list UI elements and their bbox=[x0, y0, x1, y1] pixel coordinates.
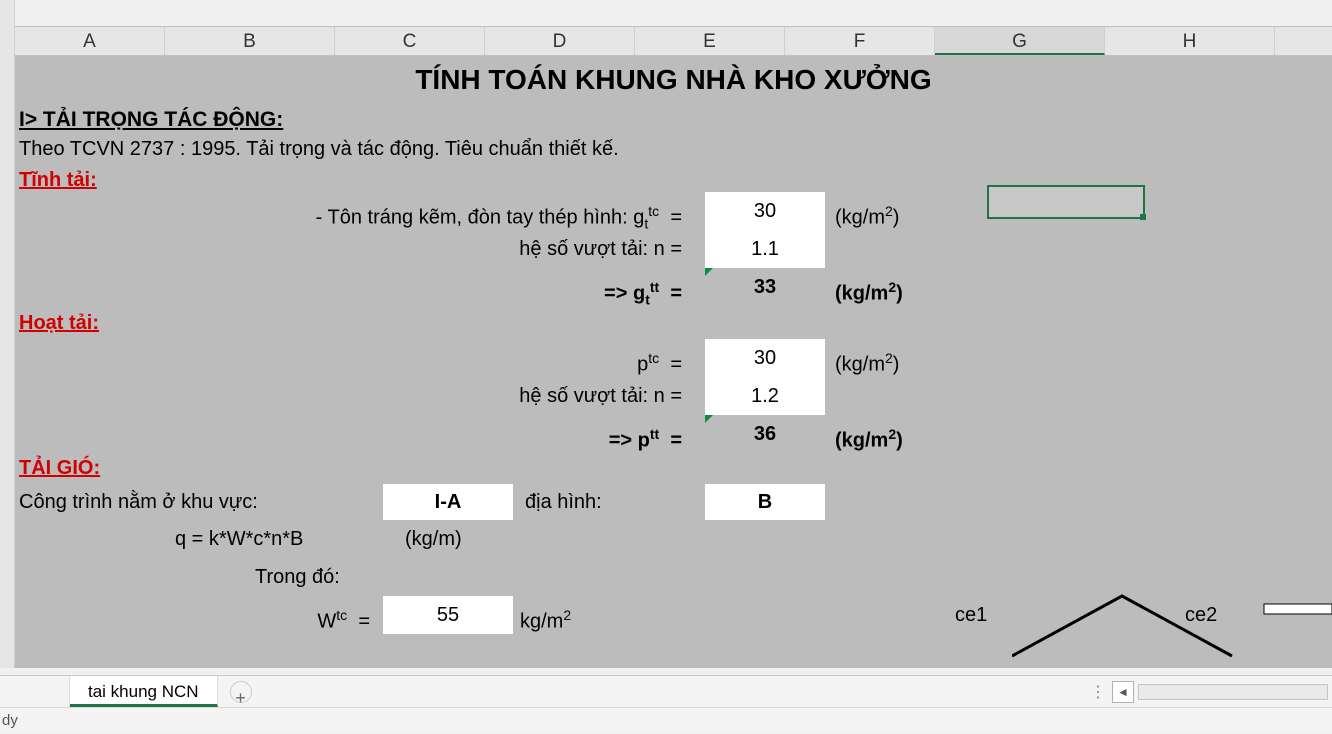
sheet-tab-bar: tai khung NCN + ⋮ ◄ bbox=[0, 675, 1332, 707]
p-tt-value[interactable]: 36 bbox=[705, 415, 825, 453]
roof-sketch bbox=[1012, 586, 1332, 666]
w-tc-unit: kg/m2 bbox=[520, 596, 571, 641]
gt-tt-label: => gttt = bbox=[162, 268, 682, 319]
worksheet-area[interactable]: TÍNH TOÁN KHUNG NHÀ KHO XƯỞNG I> TẢI TRỌ… bbox=[15, 56, 1332, 668]
q-formula: q = k*W*c*n*B bbox=[175, 520, 303, 558]
status-bar: dy bbox=[0, 707, 1332, 733]
n-hoat-label: hệ số vượt tải: n = bbox=[162, 377, 682, 415]
page-title: TÍNH TOÁN KHUNG NHÀ KHO XƯỞNG bbox=[15, 56, 1332, 96]
p-tc-value[interactable]: 30 bbox=[705, 339, 825, 377]
horizontal-scrollbar[interactable] bbox=[1138, 684, 1328, 700]
terrain-value[interactable]: B bbox=[705, 484, 825, 520]
col-header-G[interactable]: G bbox=[935, 27, 1105, 55]
col-header-A[interactable]: A bbox=[15, 27, 165, 55]
col-header-C[interactable]: C bbox=[335, 27, 485, 55]
in-which-label: Trong đó: bbox=[255, 558, 340, 596]
gt-tt-unit: (kg/m2) bbox=[835, 268, 955, 313]
gt-tt-value[interactable]: 33 bbox=[705, 268, 825, 306]
col-header-F[interactable]: F bbox=[785, 27, 935, 55]
w-tc-value[interactable]: 55 bbox=[383, 596, 513, 634]
tab-nav-spacer[interactable] bbox=[0, 676, 70, 707]
n-tinh-value[interactable]: 1.1 bbox=[705, 230, 825, 268]
wind-zone-value[interactable]: I-A bbox=[383, 484, 513, 520]
terrain-label: địa hình: bbox=[525, 484, 602, 520]
tai-gio-heading: TẢI GIÓ: bbox=[15, 457, 1332, 480]
tab-overflow-icon[interactable]: ⋮ bbox=[1088, 682, 1108, 702]
sheet-tab-active[interactable]: tai khung NCN bbox=[70, 676, 218, 707]
q-formula-unit: (kg/m) bbox=[405, 520, 462, 558]
gt-tc-value[interactable]: 30 bbox=[705, 192, 825, 230]
w-tc-label: Wtc = bbox=[290, 596, 370, 641]
col-header-D[interactable]: D bbox=[485, 27, 635, 55]
standard-note: Theo TCVN 2737 : 1995. Tải trọng và tác … bbox=[15, 138, 1332, 161]
n-hoat-value[interactable]: 1.2 bbox=[705, 377, 825, 415]
scroll-left-button[interactable]: ◄ bbox=[1112, 681, 1134, 703]
col-header-H[interactable]: H bbox=[1105, 27, 1275, 55]
add-sheet-button[interactable]: + bbox=[230, 681, 252, 703]
col-header-B[interactable]: B bbox=[165, 27, 335, 55]
row-header-gutter[interactable] bbox=[0, 0, 15, 668]
p-tt-unit: (kg/m2) bbox=[835, 415, 955, 460]
col-header-E[interactable]: E bbox=[635, 27, 785, 55]
ce1-label: ce1 bbox=[955, 596, 987, 634]
column-headers: A B C D E F G H bbox=[15, 26, 1332, 56]
status-text: dy bbox=[2, 712, 18, 729]
wind-zone-label: Công trình nằm ở khu vực: bbox=[19, 484, 258, 520]
p-tt-label: => ptt = bbox=[162, 415, 682, 460]
n-tinh-label: hệ số vượt tải: n = bbox=[162, 230, 682, 268]
section-loads-heading: I> TẢI TRỌNG TÁC ĐỘNG: bbox=[15, 108, 1332, 132]
